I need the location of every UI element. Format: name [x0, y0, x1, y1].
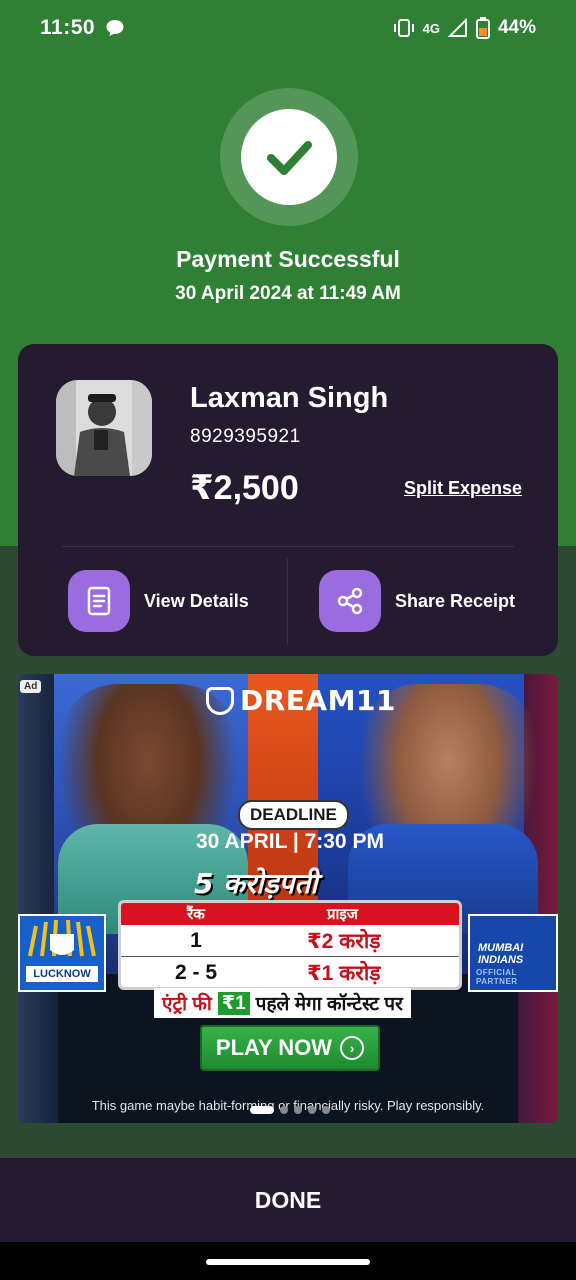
network-type: 4G	[422, 20, 440, 36]
view-details-label: View Details	[144, 590, 249, 611]
deadline-pill: DEADLINE	[238, 800, 349, 830]
recipient-phone: 8929395921	[190, 426, 301, 447]
payment-datetime: 30 April 2024 at 11:49 AM	[175, 283, 401, 304]
payment-status-title: Payment Successful	[176, 246, 400, 272]
carousel-dot[interactable]	[322, 1106, 330, 1114]
profile-photo-icon	[56, 380, 152, 476]
ad-badge: Ad	[20, 680, 42, 693]
lucknow-logo: LUCKNOW	[18, 914, 106, 992]
share-receipt-button[interactable]: Share Receipt	[319, 570, 515, 632]
prize-table: रैंक प्राइज 1 ₹2 करोड़ 2 - 5 ₹1 करोड़	[118, 900, 462, 990]
chat-bubble-icon	[106, 20, 124, 36]
prize-table-header: रैंक प्राइज	[121, 903, 459, 925]
chevron-right-icon: ›	[340, 1036, 365, 1060]
recipient-card: Laxman Singh 8929395921 ₹2,500 Split Exp…	[18, 344, 558, 656]
divider	[287, 558, 288, 644]
ad-banner[interactable]: Ad DREAM11 DEADLINE 30 APRIL | 7:30 PM 5…	[18, 674, 558, 1123]
battery-icon	[475, 17, 490, 39]
recipient-name: Laxman Singh	[190, 382, 389, 414]
success-badge	[220, 88, 358, 226]
carousel-dot[interactable]	[294, 1106, 302, 1114]
status-time: 11:50	[40, 16, 96, 39]
ad-headline: 5 करोड़पती	[194, 867, 318, 900]
home-indicator[interactable]	[206, 1259, 370, 1265]
payment-amount: ₹2,500	[190, 469, 299, 507]
carousel-dot[interactable]	[250, 1106, 274, 1114]
carousel-dot[interactable]	[308, 1106, 316, 1114]
lucknow-crest-icon	[28, 919, 96, 957]
prize-row: 1 ₹2 करोड़	[121, 925, 459, 957]
checkmark-icon	[267, 141, 312, 175]
document-icon	[87, 586, 111, 616]
dream11-shield-icon	[206, 686, 234, 715]
navigation-bar	[0, 1242, 576, 1280]
status-bar: 11:50 4G 44%	[0, 0, 576, 56]
done-bar: DONE	[0, 1158, 576, 1242]
battery-percent: 44%	[497, 17, 536, 38]
split-expense-link[interactable]: Split Expense	[404, 478, 522, 499]
share-icon	[337, 587, 363, 615]
done-button[interactable]: DONE	[255, 1187, 321, 1214]
carousel-indicator	[250, 1106, 330, 1114]
vibrate-icon	[393, 19, 414, 37]
share-receipt-label: Share Receipt	[395, 590, 516, 611]
dream11-logo: DREAM11	[206, 684, 396, 717]
divider	[62, 546, 514, 547]
deadline-date: 30 APRIL | 7:30 PM	[196, 830, 384, 853]
mumbai-indians-logo: MUMBAI INDIANS OFFICIAL PARTNER	[468, 914, 558, 992]
play-now-button[interactable]: PLAY NOW ›	[200, 1025, 380, 1071]
prize-row: 2 - 5 ₹1 करोड़	[121, 957, 459, 987]
signal-icon	[447, 18, 467, 37]
avatar	[56, 380, 152, 476]
view-details-button[interactable]: View Details	[68, 570, 249, 632]
entry-fee-banner: एंट्री फी ₹1 पहले मेगा कॉन्टेस्ट पर	[154, 988, 411, 1018]
carousel-dot[interactable]	[280, 1106, 288, 1114]
